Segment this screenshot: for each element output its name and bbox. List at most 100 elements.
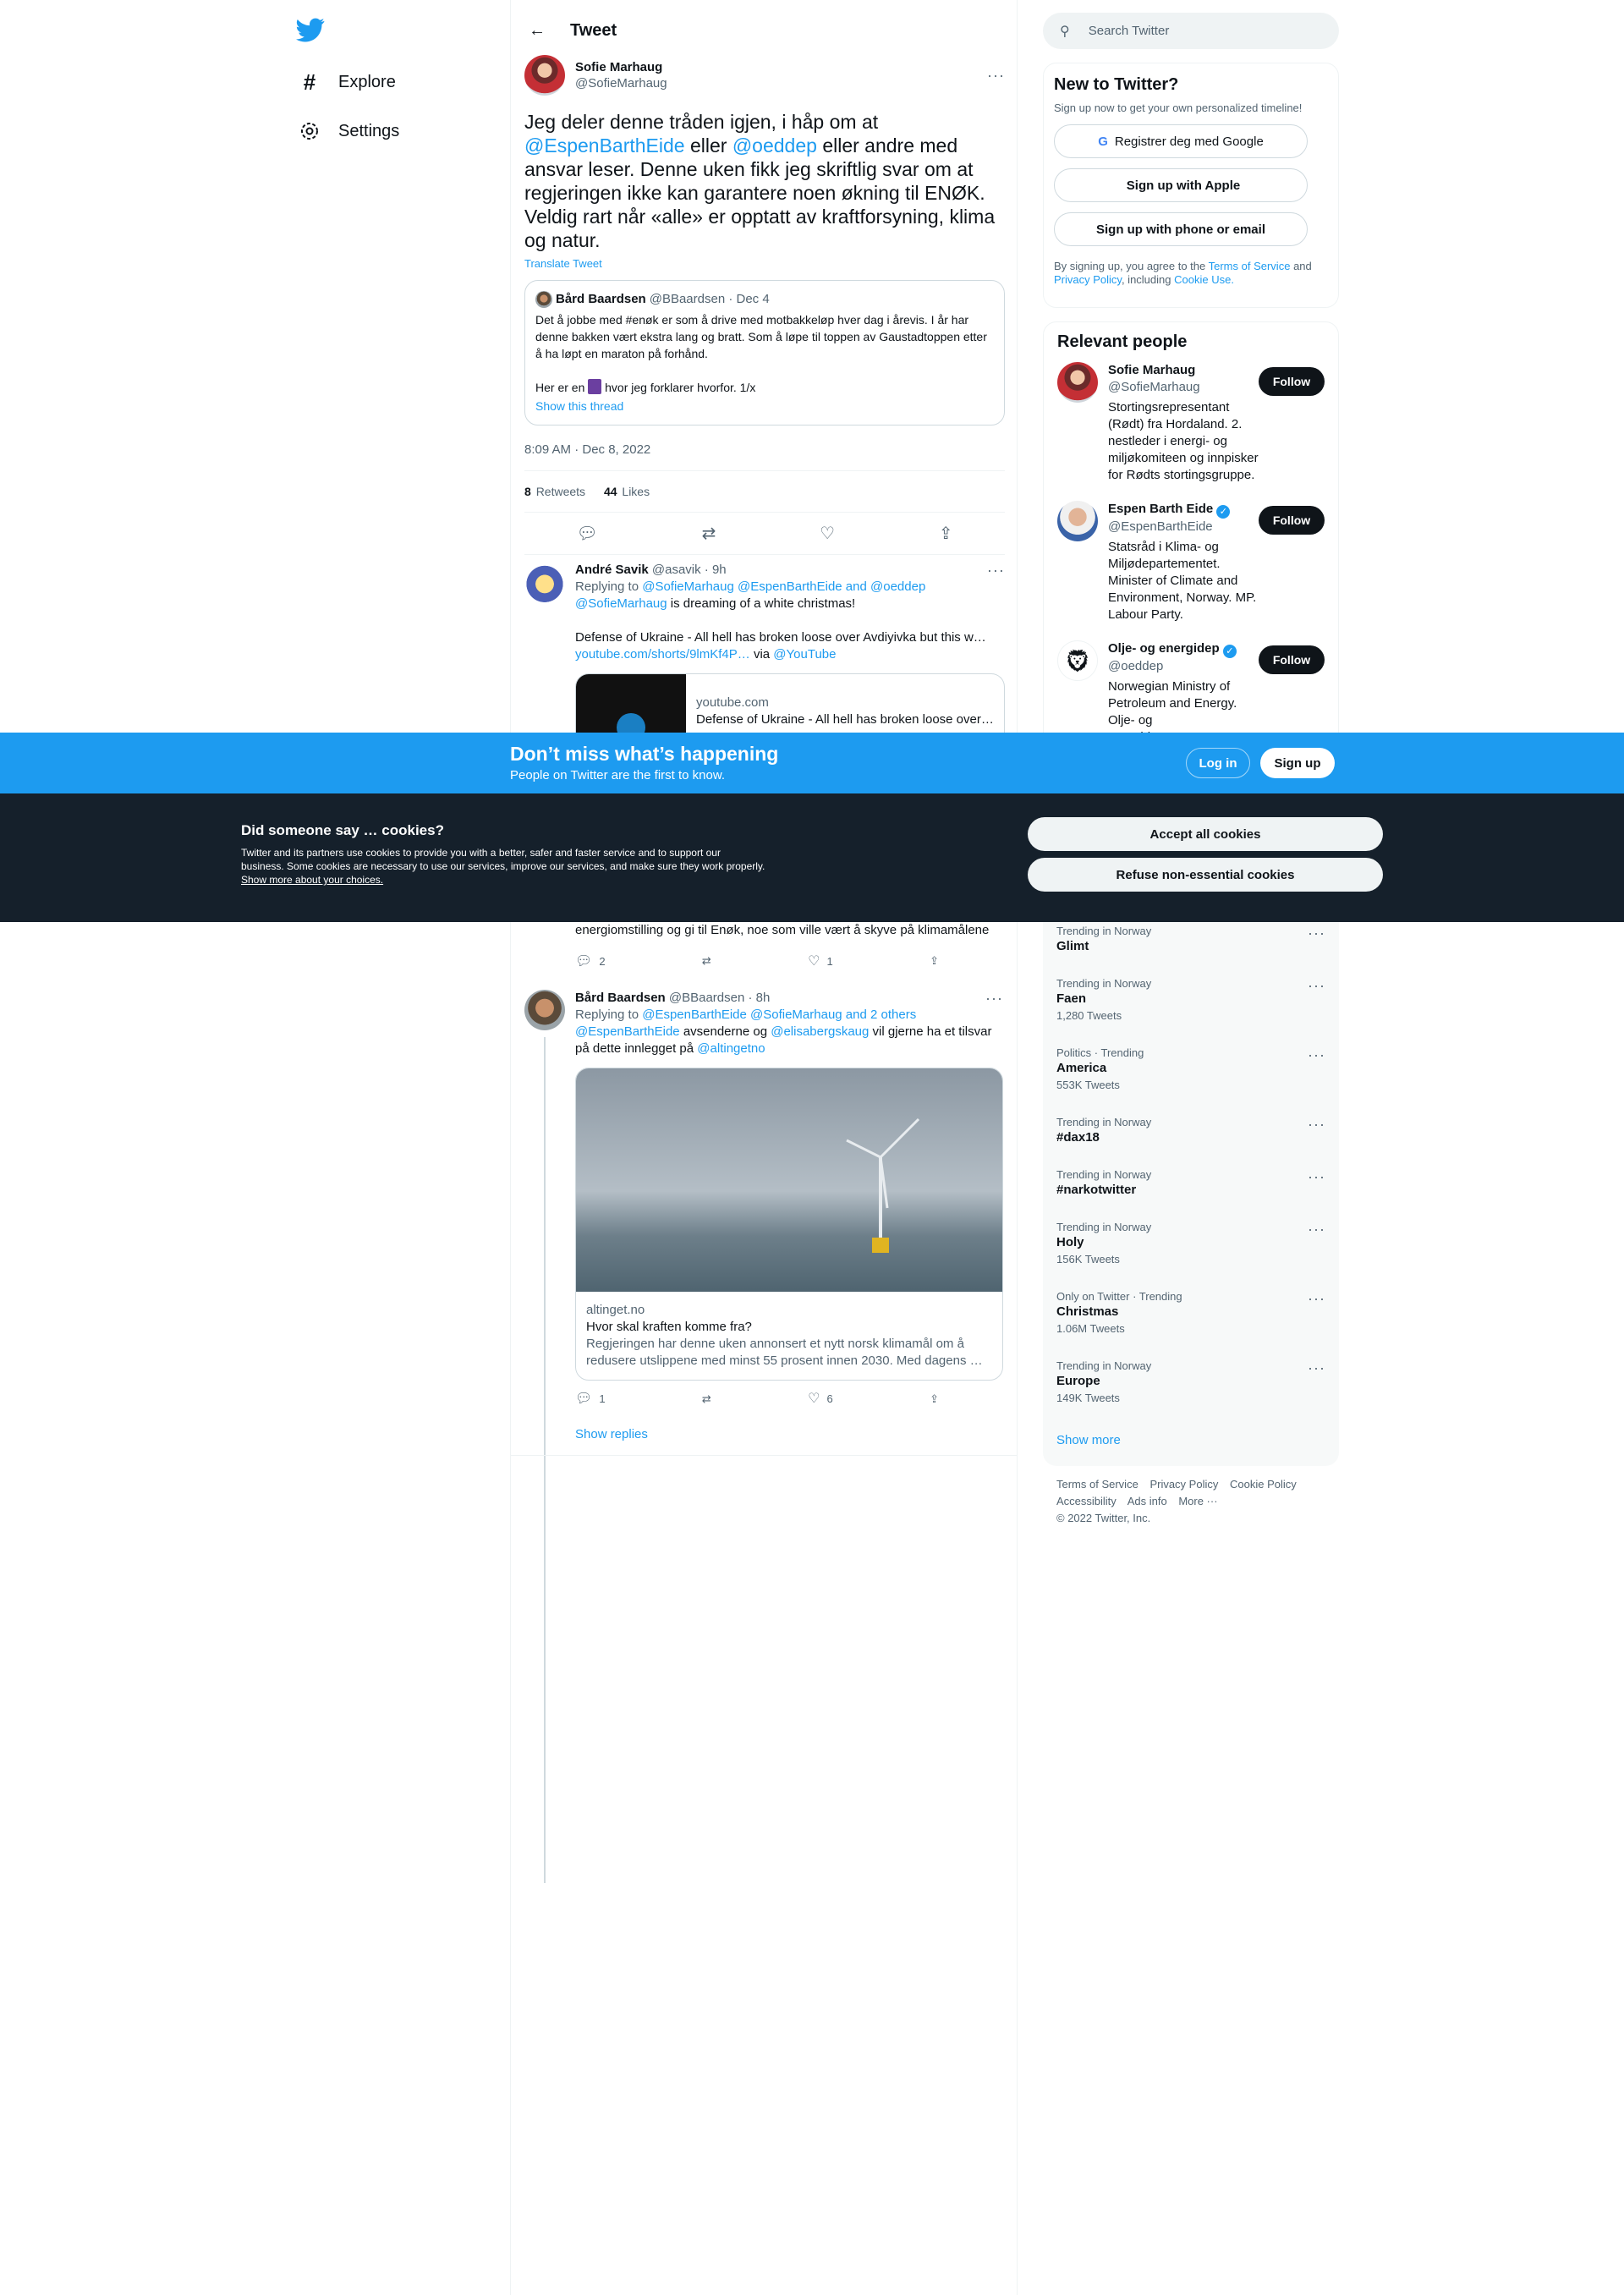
- like-icon[interactable]: ♡: [820, 523, 835, 544]
- cookie-choices-link[interactable]: Show more about your choices.: [241, 874, 383, 886]
- translate-link[interactable]: Translate Tweet: [524, 257, 1005, 270]
- more-icon[interactable]: ···: [1308, 1116, 1325, 1134]
- reply-author-name[interactable]: André Savik: [575, 563, 649, 577]
- author-name[interactable]: Sofie Marhaug: [575, 60, 987, 74]
- trend-item[interactable]: Politics · Trending America 553K Tweets ···: [1056, 1046, 1325, 1091]
- reply-action[interactable]: 💬︎ 1: [575, 1391, 606, 1408]
- trend-item[interactable]: Trending in Norway Faen 1,280 Tweets ···: [1056, 977, 1325, 1022]
- share-icon[interactable]: ⇪: [930, 954, 939, 968]
- show-thread-link[interactable]: Show this thread: [535, 398, 994, 415]
- trend-item[interactable]: Trending in Norway #narkotwitter ···: [1056, 1168, 1325, 1197]
- person-item[interactable]: Sofie Marhaug @SofieMarhaug Stortingsrep…: [1057, 362, 1325, 484]
- search-box[interactable]: ⚲ Search Twitter: [1043, 13, 1339, 49]
- mention-link[interactable]: @YouTube: [773, 647, 836, 662]
- google-signup-button[interactable]: G Registrer deg med Google: [1054, 124, 1308, 158]
- trend-item[interactable]: Only on Twitter · Trending Christmas 1.06M…: [1056, 1290, 1325, 1335]
- more-icon[interactable]: ···: [1308, 1168, 1325, 1186]
- trend-title: America: [1056, 1061, 1107, 1075]
- youtube-link[interactable]: youtube.com/shorts/9lmKf4P…: [575, 647, 750, 662]
- phone-signup-button[interactable]: Sign up with phone or email: [1054, 212, 1308, 246]
- more-icon[interactable]: ···: [985, 990, 1003, 1007]
- back-arrow-icon[interactable]: ←: [524, 18, 550, 43]
- trend-item[interactable]: Trending in Norway Europe 149K Tweets ···: [1056, 1359, 1325, 1404]
- link-card[interactable]: altinget.no Hvor skal kraften komme fra?…: [575, 1068, 1003, 1381]
- trend-context: Only on Twitter · Trending: [1056, 1290, 1182, 1303]
- terms-link[interactable]: Terms of Service: [1209, 260, 1291, 272]
- person-name-row[interactable]: Espen Barth Eide ✓: [1108, 501, 1259, 519]
- footer-link[interactable]: Cookie Policy: [1230, 1478, 1297, 1491]
- signup-button[interactable]: Sign up: [1260, 748, 1335, 778]
- share-icon[interactable]: ⇪: [939, 523, 953, 544]
- trend-context: Trending in Norway: [1056, 1168, 1152, 1181]
- more-icon[interactable]: ···: [1308, 925, 1325, 942]
- likes-stat[interactable]: 44 Likes: [604, 485, 650, 498]
- author-handle[interactable]: @SofieMarhaug: [575, 76, 987, 91]
- footer-link[interactable]: Ads info: [1127, 1495, 1167, 1507]
- quoted-tweet[interactable]: Bård Baardsen @BBaardsen · Dec 4 Det å j…: [524, 280, 1005, 426]
- search-input[interactable]: Search Twitter: [1089, 24, 1170, 38]
- person-name[interactable]: Sofie Marhaug: [1108, 362, 1259, 379]
- follow-button[interactable]: Follow: [1259, 645, 1325, 674]
- link-card[interactable]: youtube.com Defense of Ukraine - All hel…: [575, 673, 1005, 741]
- quote-text-part: Her er en: [535, 381, 585, 394]
- like-action[interactable]: ♡ 6: [808, 1391, 833, 1408]
- mention-link[interactable]: @EspenBarthEide: [575, 1024, 680, 1039]
- twitter-logo-icon[interactable]: [296, 15, 325, 44]
- footer-link[interactable]: More ···: [1178, 1495, 1217, 1507]
- trend-item[interactable]: Trending in Norway #dax18 ···: [1056, 1116, 1325, 1145]
- accept-cookies-button[interactable]: Accept all cookies: [1028, 817, 1383, 851]
- footer-link[interactable]: Terms of Service: [1056, 1478, 1138, 1491]
- reply-icon[interactable]: 💬︎: [576, 523, 597, 544]
- more-icon[interactable]: ···: [1308, 1359, 1325, 1377]
- follow-button[interactable]: Follow: [1259, 506, 1325, 535]
- person-name-row[interactable]: Olje- og energidep ✓: [1108, 640, 1259, 658]
- reply-action[interactable]: 💬︎ 2: [575, 953, 606, 969]
- person-item[interactable]: Espen Barth Eide ✓ @EspenBarthEide Stats…: [1057, 501, 1325, 623]
- replying-to-links[interactable]: @SofieMarhaug @EspenBarthEide and @oedde…: [642, 579, 925, 594]
- nav-item-explore[interactable]: # Explore: [298, 61, 396, 103]
- share-icon[interactable]: ⇪: [930, 1391, 939, 1408]
- avatar[interactable]: [1057, 501, 1098, 541]
- more-icon[interactable]: ···: [1308, 977, 1325, 995]
- mention-link[interactable]: @EspenBarthEide: [524, 135, 685, 156]
- more-icon[interactable]: ···: [987, 562, 1005, 579]
- retweet-icon[interactable]: ⇄: [702, 1391, 711, 1408]
- retweets-stat[interactable]: 8 Retweets: [524, 485, 585, 498]
- avatar[interactable]: [1057, 362, 1098, 403]
- reply-tweet[interactable]: André Savik @asavik · 9h ··· Replying to…: [511, 562, 1017, 741]
- trend-item[interactable]: Trending in Norway Holy 156K Tweets ···: [1056, 1221, 1325, 1266]
- avatar[interactable]: [524, 990, 565, 1030]
- more-icon[interactable]: ···: [1308, 1221, 1325, 1238]
- replying-to-links[interactable]: @EspenBarthEide @SofieMarhaug and 2 othe…: [642, 1007, 916, 1022]
- privacy-link[interactable]: Privacy Policy: [1054, 273, 1122, 286]
- reply-author-name[interactable]: Bård Baardsen: [575, 991, 666, 1005]
- avatar[interactable]: 🦁︎: [1057, 640, 1098, 681]
- more-icon[interactable]: ···: [987, 67, 1005, 85]
- avatar[interactable]: [524, 55, 565, 96]
- nav-item-settings[interactable]: Settings: [298, 110, 399, 152]
- refuse-cookies-button[interactable]: Refuse non-essential cookies: [1028, 858, 1383, 892]
- tweet-timestamp[interactable]: 8:09 AM · Dec 8, 2022: [524, 429, 1005, 471]
- login-button[interactable]: Log in: [1186, 748, 1250, 778]
- show-more-link[interactable]: Show more: [1056, 1433, 1325, 1447]
- reply-text: energiomstilling og gi til Enøk, noe som…: [575, 923, 990, 937]
- more-icon[interactable]: ···: [1308, 1290, 1325, 1308]
- cookie-use-link[interactable]: Cookie Use.: [1174, 273, 1234, 286]
- more-icon[interactable]: ···: [1308, 1046, 1325, 1064]
- reply-tweet[interactable]: Bård Baardsen @BBaardsen · 8h ··· Replyi…: [511, 990, 1017, 1883]
- mention-link[interactable]: @oeddep: [732, 135, 817, 156]
- footer-link[interactable]: Accessibility: [1056, 1495, 1116, 1507]
- retweet-icon[interactable]: ⇄: [702, 523, 716, 544]
- mention-link[interactable]: @altingetno: [697, 1041, 765, 1056]
- like-action[interactable]: ♡ 1: [808, 953, 833, 969]
- reply-tweet-partial[interactable]: energiomstilling og gi til Enøk, noe som…: [511, 922, 1017, 969]
- mention-link[interactable]: @SofieMarhaug: [575, 596, 667, 611]
- show-replies-link[interactable]: Show replies: [575, 1426, 1003, 1443]
- follow-button[interactable]: Follow: [1259, 367, 1325, 396]
- avatar[interactable]: [524, 562, 565, 602]
- trend-item[interactable]: Trending in Norway Glimt ···: [1056, 925, 1325, 953]
- retweet-icon[interactable]: ⇄: [702, 954, 711, 968]
- mention-link[interactable]: @elisabergskaug: [771, 1024, 869, 1039]
- footer-link[interactable]: Privacy Policy: [1149, 1478, 1218, 1491]
- apple-signup-button[interactable]: Sign up with Apple: [1054, 168, 1308, 202]
